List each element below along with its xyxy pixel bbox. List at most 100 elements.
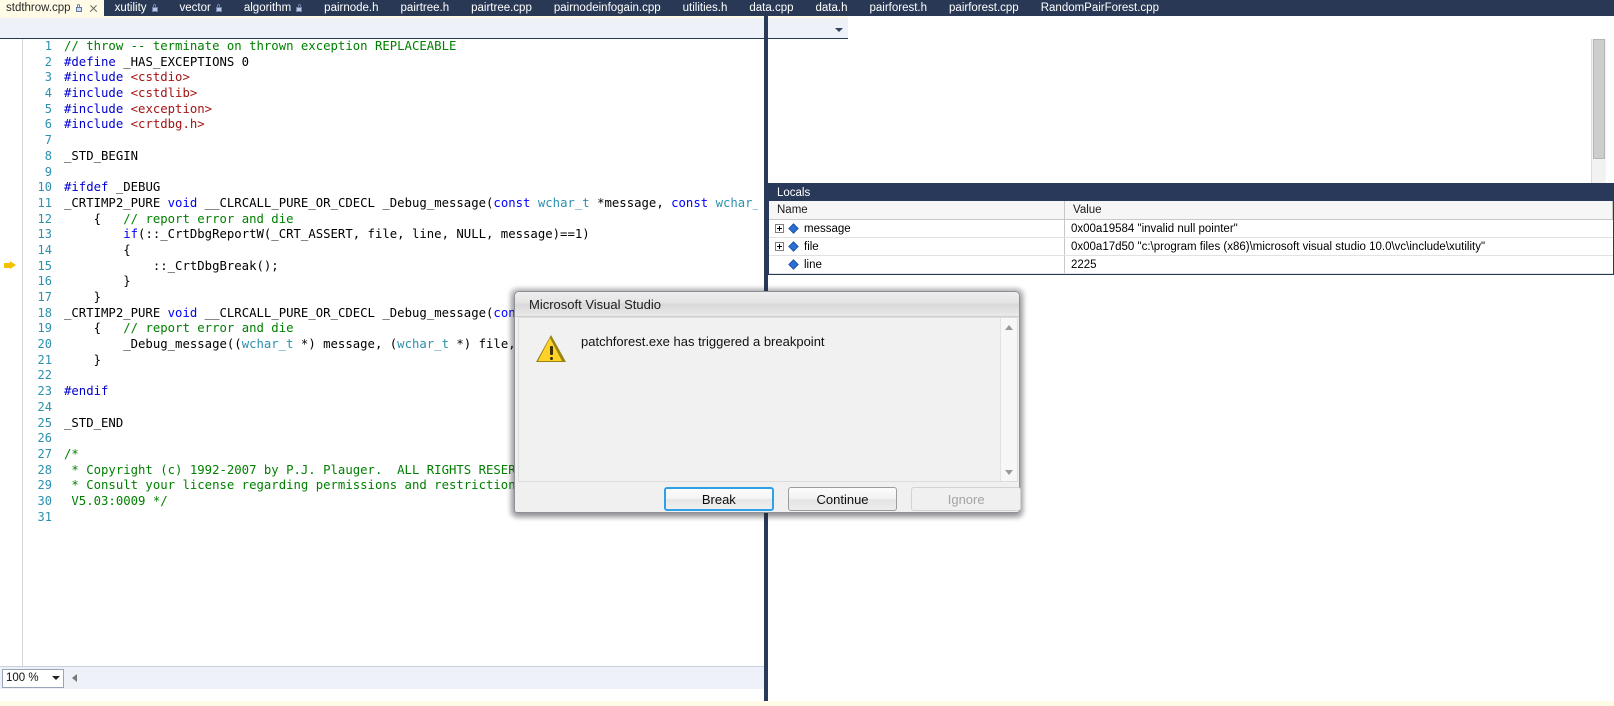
scrollbar-thumb[interactable] [1593, 39, 1605, 159]
editor-tab-strip[interactable]: stdthrow.cpp xutility vector algorithm pairn… [0, 0, 1614, 16]
locals-column-headers: Name Value [769, 201, 1613, 220]
gutter-cell [0, 416, 22, 432]
close-icon[interactable] [88, 3, 99, 14]
expand-icon[interactable] [775, 224, 784, 233]
line-number: 30 [37, 493, 52, 508]
break-button[interactable]: Break [664, 487, 774, 511]
code-line[interactable]: 14 { [0, 243, 758, 259]
gutter-cell [0, 70, 22, 86]
editor-tab-pairtree-h[interactable]: pairtree.h [390, 0, 461, 16]
lock-icon [215, 4, 222, 12]
code-line[interactable]: 1 // throw -- terminate on thrown excepti… [0, 39, 758, 55]
dialog-body: patchforest.exe has triggered a breakpoi… [518, 317, 1018, 482]
gutter-cell [0, 39, 22, 55]
locals-row[interactable]: file 0x00a17d50 "c:\program files (x86)\m… [769, 238, 1613, 256]
code-line[interactable]: 13 if(::_CrtDbgReportW(_CRT_ASSERT, file… [0, 227, 758, 243]
gutter-cell [0, 306, 22, 322]
editor-tab-vector[interactable]: vector [169, 0, 233, 16]
line-number: 18 [37, 305, 52, 320]
column-header-name[interactable]: Name [769, 201, 1065, 219]
code-line[interactable]: 12 { // report error and die [0, 212, 758, 228]
breakpoint-dialog: Microsoft Visual Studio patchforest.exe … [514, 291, 1022, 514]
editor-tab-utilities-h[interactable]: utilities.h [672, 0, 739, 16]
gutter-cell [0, 384, 22, 400]
code-line[interactable]: 11 _CRTIMP2_PURE void __CLRCALL_PURE_OR_C… [0, 196, 758, 212]
line-number: 21 [37, 352, 52, 367]
line-number: 27 [37, 446, 52, 461]
gutter-cell [0, 321, 22, 337]
locals-value-cell[interactable]: 0x00a19584 "invalid null pointer" [1065, 220, 1613, 237]
locals-value-cell[interactable]: 2225 [1065, 256, 1613, 273]
line-number: 17 [37, 290, 52, 304]
code-line[interactable]: 7 [0, 133, 758, 149]
gutter-cell [0, 180, 22, 196]
code-line[interactable]: 2 #define _HAS_EXCEPTIONS 0 [0, 55, 758, 71]
code-text: #include <exception> [64, 101, 213, 116]
editor-tab-data-h[interactable]: data.h [805, 0, 859, 16]
line-number: 1 [44, 39, 52, 53]
code-text: #include <cstdlib> [64, 86, 198, 101]
editor-tab-pairnode-h[interactable]: pairnode.h [313, 0, 389, 16]
locals-value-cell[interactable]: 0x00a17d50 "c:\program files (x86)\micro… [1065, 238, 1613, 255]
code-line[interactable]: 5 #include <exception> [0, 102, 758, 118]
line-number: 16 [37, 274, 52, 289]
code-line[interactable]: 6 #include <crtdbg.h> [0, 117, 758, 133]
line-number: 14 [37, 242, 52, 257]
scroll-down-icon[interactable] [1001, 464, 1017, 480]
editor-tab-data-cpp[interactable]: data.cpp [738, 0, 804, 16]
locals-name-cell[interactable]: line [769, 256, 1065, 273]
editor-tab-pairnodeinfogain-cpp[interactable]: pairnodeinfogain.cpp [543, 0, 672, 16]
code-line[interactable]: 9 [0, 165, 758, 181]
line-number: 11 [37, 195, 52, 210]
editor-tab-xutility[interactable]: xutility [104, 0, 169, 16]
zoom-level-value: 100 % [6, 672, 39, 684]
line-number: 5 [44, 101, 52, 116]
editor-tab-pairforest-h[interactable]: pairforest.h [859, 0, 939, 16]
column-header-value[interactable]: Value [1065, 201, 1613, 219]
zoom-level-dropdown[interactable]: 100 % [2, 668, 64, 688]
line-number: 29 [37, 478, 52, 493]
dialog-button-row: Break Continue Ignore [515, 484, 1022, 514]
dialog-scrollbar[interactable] [1000, 318, 1017, 481]
gutter-cell [0, 337, 22, 353]
variable-icon [788, 223, 799, 234]
expand-icon[interactable] [775, 242, 784, 251]
code-text: #ifdef _DEBUG [64, 180, 161, 195]
ignore-button: Ignore [911, 487, 1022, 511]
code-line[interactable]: 4 #include <cstdlib> [0, 86, 758, 102]
code-text: { // report error and die [64, 211, 294, 226]
editor-tab-label: pairnode.h [324, 2, 379, 14]
locals-variable-name: file [804, 240, 819, 253]
continue-button[interactable]: Continue [787, 487, 898, 511]
gutter-cell [0, 447, 22, 463]
editor-tab-pairtree-cpp[interactable]: pairtree.cpp [460, 0, 543, 16]
locals-row[interactable]: message 0x00a19584 "invalid null pointer" [769, 220, 1613, 238]
editor-tab-label: algorithm [243, 2, 292, 14]
locals-name-cell[interactable]: message [769, 220, 1065, 237]
locals-name-cell[interactable]: file [769, 238, 1065, 255]
code-line[interactable]: 10 #ifdef _DEBUG [0, 180, 758, 196]
horizontal-scroll-left-arrow[interactable] [72, 674, 77, 682]
code-line[interactable]: 8 _STD_BEGIN [0, 149, 758, 165]
gutter-cell [0, 196, 22, 212]
editor-tab-label: pairnodeinfogain.cpp [553, 2, 661, 14]
editor-tab-randompairforest-cpp[interactable]: RandomPairForest.cpp [1030, 0, 1170, 16]
gutter-cell [0, 102, 22, 118]
editor-tab-label: stdthrow.cpp [6, 2, 71, 14]
code-line[interactable]: 3 #include <cstdio> [0, 70, 758, 86]
chevron-down-icon[interactable] [833, 24, 845, 36]
code-text: _CRTIMP2_PURE void __CLRCALL_PURE_OR_CDE… [64, 195, 758, 210]
editor-tab-stdthrow-cpp[interactable]: stdthrow.cpp [0, 0, 104, 16]
line-number: 7 [44, 133, 52, 148]
line-number: 4 [44, 86, 52, 101]
editor-tab-algorithm[interactable]: algorithm [233, 0, 313, 16]
editor-navigation-bar[interactable] [0, 16, 848, 39]
line-number: 9 [44, 164, 52, 179]
scroll-up-icon[interactable] [1001, 319, 1017, 335]
code-text: if(::_CrtDbgReportW(_CRT_ASSERT, file, l… [123, 227, 590, 242]
editor-tab-label: pairtree.h [400, 2, 450, 14]
locals-row[interactable]: line 2225 [769, 256, 1613, 274]
editor-tab-pairforest-cpp[interactable]: pairforest.cpp [938, 0, 1030, 16]
code-line[interactable]: 15 ::_CrtDbgBreak(); [0, 259, 758, 275]
line-number: 10 [37, 180, 52, 195]
